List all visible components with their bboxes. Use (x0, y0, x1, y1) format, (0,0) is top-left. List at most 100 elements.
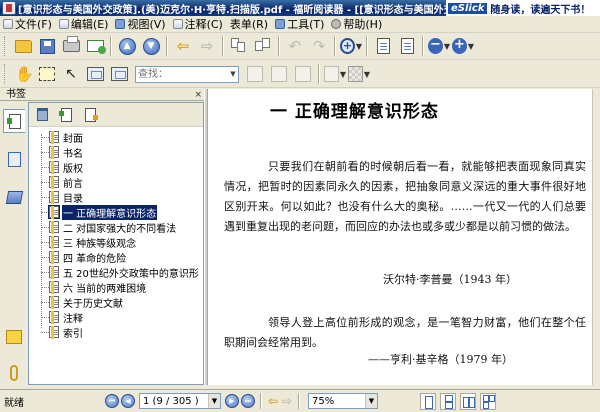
back-button[interactable]: ⇦ (172, 35, 194, 57)
previous-page-button[interactable]: ◀ (121, 394, 135, 408)
bookmark-item-selected[interactable]: 一 正确理解意识形态 (37, 204, 158, 220)
snapshot-icon (86, 67, 104, 81)
bookmark-item[interactable]: 六 当前的两难困境 (37, 280, 147, 295)
single-page-view-button[interactable] (420, 392, 436, 410)
bookmark-item[interactable]: 索引 (37, 325, 84, 340)
extract-pages-button[interactable] (252, 35, 274, 57)
menu-view[interactable]: 视图(V) (112, 17, 169, 32)
view-menu-icon (115, 19, 126, 29)
back-arrow-icon[interactable]: ⇦ (266, 394, 280, 408)
redo-button[interactable]: ↷ (308, 35, 330, 57)
bookmark-item[interactable]: 书名 (37, 145, 84, 160)
forward-button[interactable]: ⇨ (196, 35, 218, 57)
tab-bookmarks[interactable] (3, 109, 25, 133)
zoom-in-button[interactable]: + ▼ (340, 35, 362, 57)
toolbar-grip[interactable] (4, 64, 7, 84)
save-icon (39, 38, 55, 54)
epigraph-source: ——亨利·基辛格（1979 年） (368, 353, 513, 366)
find-next-icon (271, 66, 287, 82)
folder-icon (14, 39, 32, 53)
document-page: 一 正确理解意识形态 只要我们在朝前看的时候朝后看一看，就能够把表面现象同真实情… (208, 89, 592, 385)
chevron-down-icon[interactable]: ▼ (365, 394, 377, 408)
first-page-button[interactable]: ⏮ (105, 394, 119, 408)
delete-bookmark-button[interactable] (33, 106, 51, 124)
search-input-box[interactable]: ▼ (135, 65, 239, 83)
tab-attachments[interactable] (3, 361, 25, 385)
pages-icon (231, 38, 247, 54)
undo-button[interactable]: ↶ (284, 35, 306, 57)
page-number-box[interactable]: ▼ (139, 393, 221, 409)
print-button[interactable] (60, 35, 82, 57)
continuous-facing-view-button[interactable] (480, 392, 496, 410)
bookmark-item[interactable]: 版权 (37, 160, 84, 175)
bookmark-item[interactable]: 五 20世纪外交政策中的意识形 (37, 265, 200, 280)
image-select-button[interactable] (108, 63, 130, 85)
zoom-box[interactable]: ▼ (308, 393, 378, 409)
open-button[interactable] (12, 35, 34, 57)
bookmark-properties-button[interactable] (81, 106, 99, 124)
close-icon[interactable]: × (194, 89, 202, 101)
chevron-down-icon[interactable]: ▼ (228, 67, 238, 82)
previous-page-button[interactable]: ▲ (116, 35, 138, 57)
menu-edit[interactable]: 编辑(E) (56, 17, 113, 32)
toolbar-grip[interactable] (4, 36, 7, 56)
forward-arrow-icon[interactable]: ⇨ (280, 394, 294, 408)
chevron-down-icon[interactable]: ▼ (208, 394, 220, 408)
new-bookmark-button[interactable] (57, 106, 75, 124)
tab-pages[interactable] (3, 147, 25, 171)
bookmark-item[interactable]: 前言 (37, 175, 84, 190)
bookmark-item[interactable]: 关于历史文献 (37, 295, 124, 310)
bookmark-pane: 封面 书名 版权 前言 目录 一 正确理解意识形态 二 对国家强大的不同看法 三… (28, 102, 204, 385)
plus-icon: + (452, 37, 467, 54)
fit-page-button[interactable] (396, 35, 418, 57)
layout-button[interactable]: ▼ (324, 63, 346, 85)
insert-pages-button[interactable] (228, 35, 250, 57)
find-next-button[interactable] (268, 63, 290, 85)
tab-layers[interactable] (3, 185, 25, 209)
layers-icon (5, 190, 23, 204)
bookmark-item[interactable]: 封面 (37, 130, 84, 145)
menu-form[interactable]: 表单(R) (227, 17, 272, 32)
select-pointer-button[interactable]: ↖ (60, 63, 82, 85)
bookmark-item[interactable]: 二 对国家强大的不同看法 (37, 220, 177, 235)
save-button[interactable] (36, 35, 58, 57)
document-icon (376, 38, 390, 54)
vertical-scrollbar[interactable] (592, 89, 600, 385)
last-page-button[interactable]: ⏭ (241, 394, 255, 408)
ad-banner[interactable]: eSlick 随身读，读遍天下书！ (446, 0, 600, 16)
bookmark-page-icon (49, 236, 59, 249)
select-text-button[interactable] (36, 63, 58, 85)
tab-comments[interactable] (3, 325, 25, 349)
find-previous-button[interactable] (244, 63, 266, 85)
menu-tools[interactable]: 工具(T) (272, 17, 328, 32)
magnifier-icon: + (340, 38, 355, 54)
toolbar-separator (422, 36, 424, 56)
search-input[interactable] (136, 66, 228, 82)
continuous-view-button[interactable] (440, 392, 456, 410)
facing-view-button[interactable] (460, 392, 476, 410)
next-page-button[interactable]: ▶ (225, 394, 239, 408)
app-icon[interactable] (2, 1, 16, 15)
menu-help[interactable]: 帮助(H) (328, 17, 386, 32)
next-page-button[interactable]: ▼ (140, 35, 162, 57)
zoom-in-plus-button[interactable]: + ▼ (452, 35, 474, 57)
page-number-input[interactable] (140, 394, 208, 408)
redo-icon: ↷ (312, 37, 326, 55)
find-button[interactable] (292, 63, 314, 85)
bookmark-item[interactable]: 四 革命的危险 (37, 250, 127, 265)
document-viewport[interactable]: 一 正确理解意识形态 只要我们在朝前看的时候朝后看一看，就能够把表面现象同真实情… (208, 89, 600, 385)
menu-file[interactable]: 文件(F) (0, 17, 56, 32)
bookmark-item[interactable]: 注释 (37, 310, 84, 325)
grid-button[interactable]: ▼ (348, 63, 370, 85)
menu-comment[interactable]: 注释(C) (170, 17, 227, 32)
email-button[interactable] (84, 35, 106, 57)
bookmark-item[interactable]: 目录 (37, 190, 84, 205)
snapshot-button[interactable] (84, 63, 106, 85)
bookmark-toolbar (29, 103, 203, 127)
zoom-out-button[interactable]: − ▼ (428, 35, 450, 57)
actual-size-button[interactable] (372, 35, 394, 57)
hand-tool-button[interactable]: ✋ (12, 63, 34, 85)
zoom-input[interactable] (309, 394, 365, 408)
bookmark-item[interactable]: 三 种族等级观念 (37, 235, 137, 250)
chevron-down-icon: ▼ (443, 41, 450, 51)
